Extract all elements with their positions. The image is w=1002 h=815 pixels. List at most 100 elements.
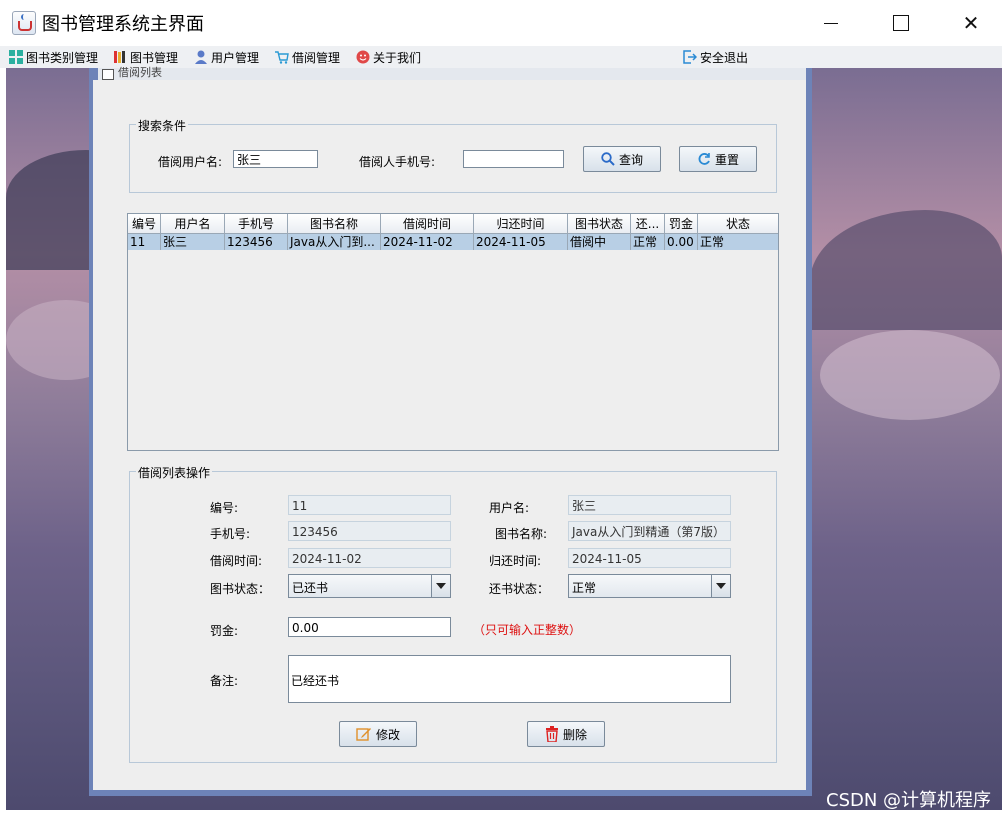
fine-input[interactable]: 0.00 (288, 617, 451, 637)
remark-label: 备注: (210, 674, 239, 688)
menu-label: 借阅管理 (292, 50, 341, 65)
user-icon (195, 50, 207, 64)
menu-label: 关于我们 (373, 50, 422, 65)
column-header[interactable]: 图书状态 (568, 214, 631, 234)
ops-phone-field[interactable]: 123456 (288, 521, 451, 541)
close-icon: ✕ (962, 11, 980, 35)
column-header[interactable]: 图书名称 (288, 214, 381, 234)
internal-frame-title: 借阅列表 (118, 66, 162, 79)
return-time-field[interactable]: 2024-11-05 (568, 548, 731, 568)
smile-icon (356, 50, 370, 64)
books-icon (114, 51, 125, 63)
maximize-icon (893, 15, 909, 31)
query-button[interactable]: 查询 (583, 146, 661, 172)
menu-label: 图书类别管理 (26, 50, 99, 65)
dropdown-arrow[interactable] (431, 575, 450, 597)
menu-label: 安全退出 (700, 50, 749, 65)
column-header[interactable]: 还... (631, 214, 665, 234)
query-label: 查询 (618, 152, 643, 167)
table-cell: 正常 (700, 235, 725, 249)
column-header[interactable]: 用户名 (161, 214, 225, 234)
search-group: 搜索条件 借阅用户名: 张三 借阅人手机号: 查询 重置 (129, 117, 777, 193)
username-label: 借阅用户名: (158, 155, 223, 169)
search-username-input[interactable]: 张三 (233, 150, 318, 168)
column-header[interactable]: 归还时间 (474, 214, 568, 234)
column-header[interactable]: 手机号 (225, 214, 288, 234)
column-header[interactable]: 编号 (128, 214, 161, 234)
table-header: 编号 用户名 手机号 图书名称 借阅时间 归还时间 图书状态 还... 罚金 状… (128, 214, 778, 234)
book-status-label: 图书状态： (210, 582, 271, 596)
remark-textarea[interactable]: 已经还书 (288, 655, 731, 703)
id-field[interactable]: 11 (288, 495, 451, 515)
column-header[interactable]: 罚金 (665, 214, 698, 234)
borrow-table: 编号 用户名 手机号 图书名称 借阅时间 归还时间 图书状态 还... 罚金 状… (127, 213, 779, 451)
reset-button[interactable]: 重置 (679, 146, 757, 172)
borrow-time-label: 借阅时间: (210, 554, 263, 568)
table-row[interactable]: 11 张三 123456 Java从入门到... 2024-11-02 2024… (128, 234, 778, 250)
fine-label: 罚金: (210, 624, 239, 638)
minimize-button[interactable] (808, 0, 854, 46)
book-status-value: 已还书 (292, 581, 329, 595)
search-icon (601, 152, 615, 166)
table-cell: 张三 (161, 234, 225, 250)
table-cell: Java从入门到... (288, 234, 381, 250)
cart-icon (275, 51, 289, 64)
reset-label: 重置 (714, 152, 739, 167)
book-status-select[interactable]: 已还书 (288, 574, 451, 598)
menu-label: 图书管理 (130, 50, 179, 65)
chevron-down-icon (716, 583, 726, 589)
menu-item-exit[interactable]: 安全退出 (683, 48, 748, 66)
menu-item-users[interactable]: 用户管理 (194, 48, 259, 66)
search-phone-input[interactable] (463, 150, 564, 168)
menu-item-about[interactable]: 关于我们 (356, 48, 421, 66)
menu-item-category[interactable]: 图书类别管理 (9, 48, 98, 66)
dropdown-arrow[interactable] (711, 575, 730, 597)
watermark: CSDN @计算机程序 (826, 790, 992, 811)
book-name-field[interactable]: Java从入门到精通（第7版） (568, 521, 731, 541)
column-header[interactable]: 借阅时间 (381, 214, 474, 234)
ops-group-title: 借阅列表操作 (136, 464, 213, 481)
table-cell: 0.00 (665, 234, 698, 250)
internal-frame-titlebar[interactable]: 借阅列表 (98, 66, 806, 80)
background-cloud (820, 330, 1000, 420)
delete-button[interactable]: 删除 (527, 721, 605, 747)
ops-group: 借阅列表操作 编号: 11 用户名: 张三 手机号: 123456 图书名称: … (129, 464, 777, 763)
grid-icon (9, 50, 23, 64)
ops-phone-label: 手机号: (210, 527, 251, 541)
edit-icon (356, 728, 371, 741)
exit-icon (683, 50, 697, 64)
close-button[interactable]: ✕ (948, 0, 994, 46)
title-bar: 图书管理系统主界面 ✕ (0, 0, 1002, 46)
table-cell: 正常 (631, 234, 665, 250)
trash-icon (545, 726, 558, 742)
table-cell: 123456 (225, 234, 288, 250)
frame-icon (102, 69, 114, 80)
table-cell: 2024-11-05 (474, 234, 568, 250)
return-time-label: 归还时间: (489, 554, 542, 568)
borrow-time-field[interactable]: 2024-11-02 (288, 548, 451, 568)
phone-label: 借阅人手机号: (359, 155, 436, 169)
edit-button[interactable]: 修改 (339, 721, 417, 747)
table-cell: 2024-11-02 (381, 234, 474, 250)
fine-note: （只可输入正整数） (473, 623, 582, 637)
table-cell: 借阅中 (568, 234, 631, 250)
return-status-value: 正常 (572, 581, 597, 595)
maximize-button[interactable] (878, 0, 924, 46)
column-header[interactable]: 状态 (698, 214, 778, 234)
refresh-icon (698, 153, 710, 165)
chevron-down-icon (436, 583, 446, 589)
window-title: 图书管理系统主界面 (42, 14, 204, 35)
ops-username-label: 用户名: (489, 501, 530, 515)
return-status-select[interactable]: 正常 (568, 574, 731, 598)
edit-label: 修改 (375, 727, 400, 742)
menu-item-borrow[interactable]: 借阅管理 (275, 48, 340, 66)
search-group-title: 搜索条件 (136, 117, 189, 134)
return-status-label: 还书状态： (489, 582, 550, 596)
id-label: 编号: (210, 501, 239, 515)
minimize-icon (824, 22, 838, 24)
menu-label: 用户管理 (211, 50, 260, 65)
ops-username-field[interactable]: 张三 (568, 495, 731, 515)
table-cell: 11 (128, 234, 161, 250)
delete-label: 删除 (562, 727, 587, 742)
java-app-icon (12, 11, 36, 35)
